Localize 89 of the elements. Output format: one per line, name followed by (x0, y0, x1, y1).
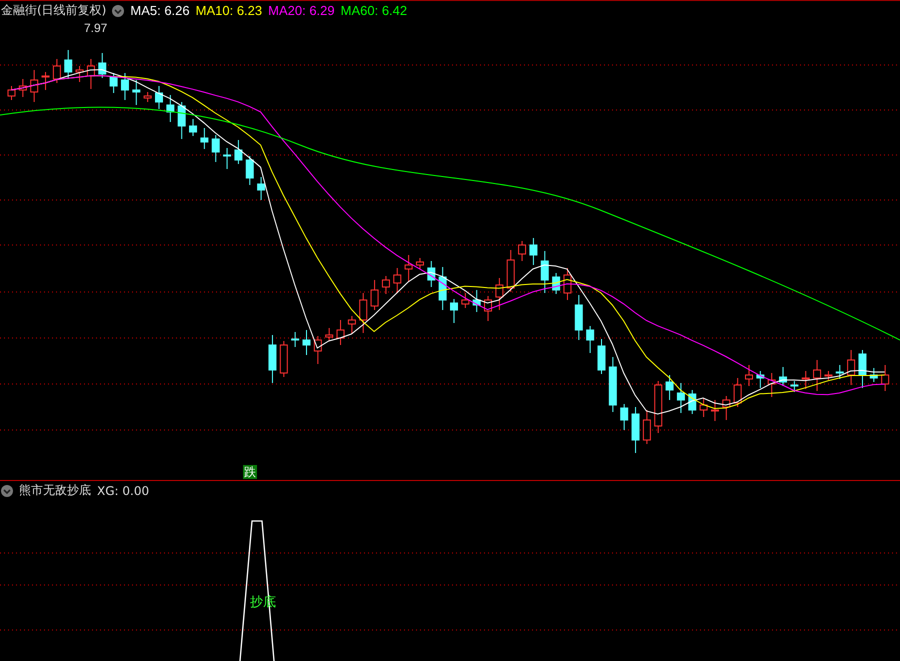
indicator-title: 熊市无敌抄底 (19, 482, 91, 499)
candlestick (586, 326, 594, 354)
dropdown-icon[interactable] (112, 4, 124, 16)
candlestick (246, 156, 254, 186)
candlestick (654, 380, 662, 434)
candlestick (676, 382, 685, 414)
candlestick (495, 278, 504, 310)
candlestick (325, 328, 334, 342)
candlestick (42, 72, 50, 90)
candlestick (64, 50, 72, 80)
candlestick (404, 254, 413, 282)
candlestick (858, 350, 866, 388)
candlestick (18, 78, 27, 98)
candlestick (336, 320, 345, 346)
candlestick (257, 176, 266, 200)
candlestick (484, 296, 492, 322)
candlestick (802, 370, 810, 390)
candlestick (359, 292, 368, 334)
candlestick (178, 102, 186, 140)
candlestick (189, 118, 198, 136)
candlestick (824, 370, 832, 380)
candlestick (847, 350, 856, 386)
candlestick (836, 364, 844, 380)
candlestick (268, 334, 276, 384)
candlestick (688, 390, 696, 414)
moving-average-reading: MA20: 6.29 (268, 3, 335, 18)
candlestick (768, 372, 776, 398)
indicator-reading: XG: 0.00 (97, 484, 150, 498)
candlestick (813, 360, 822, 392)
candlestick (574, 294, 583, 340)
candlestick (348, 316, 356, 334)
candlestick (790, 380, 798, 392)
candlestick (120, 72, 129, 100)
candlestick (722, 396, 730, 420)
stock-title: 金融街(日线前复权) (1, 2, 106, 19)
signal-badge: 跌 (243, 465, 257, 479)
candlestick (98, 52, 106, 78)
candlestick (86, 58, 95, 90)
candlestick (529, 238, 538, 266)
candlestick (212, 134, 220, 162)
dropdown-icon[interactable] (1, 484, 13, 496)
candlestick (642, 410, 651, 444)
candlestick (710, 400, 719, 422)
candlestick (155, 86, 163, 110)
candlestick (666, 374, 674, 400)
candlestick (234, 140, 242, 164)
candlestick (8, 86, 16, 100)
candlestick (302, 330, 310, 356)
candlestick (598, 338, 606, 374)
candlestick (518, 240, 526, 262)
candlestick (870, 368, 878, 382)
candlestick (382, 276, 390, 294)
candlestick (472, 290, 481, 312)
candlestick (52, 58, 61, 84)
candlestick (110, 72, 118, 94)
moving-average-reading: MA5: 6.26 (130, 3, 190, 18)
candlestick (881, 364, 890, 392)
candlestick (461, 292, 470, 308)
candlestick (620, 404, 628, 430)
candlestick (291, 332, 300, 348)
candlestick (700, 398, 708, 418)
candlestick (223, 148, 232, 170)
candlestick (166, 94, 174, 122)
candlestick (563, 268, 572, 300)
candlestick (144, 92, 152, 102)
candlestick (779, 366, 788, 386)
candlestick (76, 66, 84, 82)
candlestick (370, 280, 379, 310)
candlestick (132, 80, 140, 106)
candlestick (200, 128, 208, 150)
candlestick (540, 250, 549, 294)
candlestick (506, 250, 515, 292)
candlestick (416, 258, 424, 270)
candlestick (280, 340, 288, 378)
candlestick (552, 272, 560, 294)
candlestick (30, 70, 38, 102)
candlestick (756, 370, 764, 388)
candlestick (608, 356, 617, 412)
candlestick (393, 268, 402, 294)
candlestick (632, 406, 640, 454)
candlestick (427, 260, 436, 288)
candlestick (450, 298, 458, 324)
candlestick (745, 364, 753, 386)
candlestick (438, 266, 447, 310)
moving-average-reading: MA10: 6.23 (196, 3, 262, 18)
high-price-label: 7.97 (84, 21, 108, 35)
moving-average-reading: MA60: 6.42 (340, 3, 408, 18)
candlestick (734, 378, 742, 408)
candlestick (314, 336, 322, 364)
